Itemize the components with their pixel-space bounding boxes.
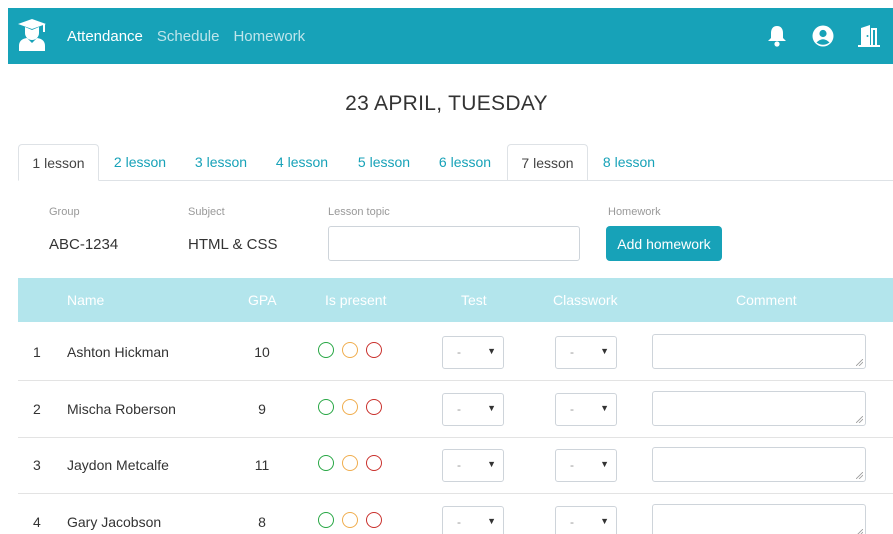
table-header: Name GPA Is present Test Classwork Comme… [18, 278, 893, 322]
homework-label: Homework [608, 206, 661, 218]
absent-radio[interactable] [366, 399, 382, 415]
table-row: 3 Jaydon Metcalfe 11- ▼ - ▼ [18, 437, 893, 494]
absent-radio[interactable] [366, 455, 382, 471]
logout-door-icon[interactable] [857, 24, 881, 48]
header-name: Name [67, 292, 105, 308]
presence-options [318, 342, 382, 358]
test-grade-select[interactable]: - ▼ [442, 336, 504, 369]
test-grade-value: - [457, 515, 461, 529]
page-title: 23 APRIL, TUESDAY [345, 92, 548, 115]
classwork-grade-select[interactable]: - ▼ [555, 449, 617, 482]
dropdown-arrow-icon: ▼ [600, 346, 609, 356]
presence-options [318, 455, 382, 471]
nav-link-attendance[interactable]: Attendance [67, 28, 143, 45]
dropdown-arrow-icon: ▼ [600, 403, 609, 413]
test-grade-value: - [457, 458, 461, 472]
classwork-grade-value: - [570, 515, 574, 529]
dropdown-arrow-icon: ▼ [487, 403, 496, 413]
dropdown-arrow-icon: ▼ [600, 459, 609, 469]
late-radio[interactable] [342, 512, 358, 528]
student-gpa: 9 [258, 401, 266, 417]
present-radio[interactable] [318, 512, 334, 528]
classwork-grade-select[interactable]: - ▼ [555, 336, 617, 369]
late-radio[interactable] [342, 399, 358, 415]
classwork-grade-value: - [570, 458, 574, 472]
present-radio[interactable] [318, 399, 334, 415]
dropdown-arrow-icon: ▼ [487, 516, 496, 526]
student-gpa: 10 [254, 344, 270, 360]
table-row: 4 Gary Jacobson 8- ▼ - ▼ [18, 494, 893, 534]
tab-lesson-8[interactable]: 8 lesson [593, 144, 665, 181]
row-number: 2 [33, 401, 41, 417]
nav-link-homework[interactable]: Homework [233, 28, 305, 45]
dropdown-arrow-icon: ▼ [600, 516, 609, 526]
comment-textarea[interactable] [652, 391, 866, 426]
student-name: Mischa Roberson [67, 401, 176, 417]
nav-icons [765, 8, 881, 64]
user-account-icon[interactable] [811, 24, 835, 48]
late-radio[interactable] [342, 455, 358, 471]
header-test: Test [461, 292, 487, 308]
lesson-tabs: 1 lesson 2 lesson 3 lesson 4 lesson 5 le… [18, 144, 893, 181]
tab-lesson-2[interactable]: 2 lesson [104, 144, 176, 181]
classwork-grade-select[interactable]: - ▼ [555, 506, 617, 534]
group-value: ABC-1234 [49, 236, 119, 253]
student-name: Jaydon Metcalfe [67, 457, 169, 473]
absent-radio[interactable] [366, 342, 382, 358]
top-navbar: Attendance Schedule Homework [8, 8, 893, 64]
table-row: 1 Ashton Hickman 10- ▼ - ▼ [18, 324, 893, 381]
presence-options [318, 399, 382, 415]
absent-radio[interactable] [366, 512, 382, 528]
tab-lesson-1[interactable]: 1 lesson [18, 144, 99, 181]
student-gpa: 8 [258, 514, 266, 530]
lesson-topic-label: Lesson topic [328, 206, 390, 218]
header-comment: Comment [736, 292, 797, 308]
resize-handle-icon[interactable] [856, 529, 863, 534]
tab-lesson-5[interactable]: 5 lesson [348, 144, 420, 181]
tab-lesson-3[interactable]: 3 lesson [185, 144, 257, 181]
comment-textarea[interactable] [652, 334, 866, 369]
tab-lesson-6[interactable]: 6 lesson [429, 144, 501, 181]
student-gpa: 11 [254, 457, 270, 473]
comment-textarea[interactable] [652, 504, 866, 534]
notification-bell-icon[interactable] [765, 24, 789, 48]
classwork-grade-select[interactable]: - ▼ [555, 393, 617, 426]
header-is-present: Is present [325, 292, 387, 308]
test-grade-select[interactable]: - ▼ [442, 449, 504, 482]
late-radio[interactable] [342, 342, 358, 358]
table-row: 2 Mischa Roberson 9- ▼ - ▼ [18, 381, 893, 438]
tab-lesson-7[interactable]: 7 lesson [507, 144, 588, 181]
resize-handle-icon[interactable] [856, 472, 863, 479]
test-grade-value: - [457, 345, 461, 359]
graduate-logo-icon[interactable] [16, 18, 48, 52]
group-label: Group [49, 206, 80, 218]
presence-options [318, 512, 382, 528]
classwork-grade-value: - [570, 345, 574, 359]
row-number: 4 [33, 514, 41, 530]
row-number: 1 [33, 344, 41, 360]
student-name: Ashton Hickman [67, 344, 169, 360]
lesson-topic-input[interactable] [328, 226, 580, 261]
present-radio[interactable] [318, 455, 334, 471]
nav-links: Attendance Schedule Homework [67, 8, 305, 64]
present-radio[interactable] [318, 342, 334, 358]
tab-lesson-4[interactable]: 4 lesson [266, 144, 338, 181]
resize-handle-icon[interactable] [856, 416, 863, 423]
test-grade-select[interactable]: - ▼ [442, 506, 504, 534]
subject-label: Subject [188, 206, 225, 218]
row-number: 3 [33, 457, 41, 473]
student-name: Gary Jacobson [67, 514, 162, 530]
add-homework-button[interactable]: Add homework [606, 226, 722, 261]
subject-value: HTML & CSS [188, 236, 278, 253]
dropdown-arrow-icon: ▼ [487, 346, 496, 356]
resize-handle-icon[interactable] [856, 359, 863, 366]
classwork-grade-value: - [570, 402, 574, 416]
comment-textarea[interactable] [652, 447, 866, 482]
dropdown-arrow-icon: ▼ [487, 459, 496, 469]
test-grade-select[interactable]: - ▼ [442, 393, 504, 426]
header-gpa: GPA [248, 292, 277, 308]
header-classwork: Classwork [553, 292, 618, 308]
test-grade-value: - [457, 402, 461, 416]
nav-link-schedule[interactable]: Schedule [157, 28, 220, 45]
